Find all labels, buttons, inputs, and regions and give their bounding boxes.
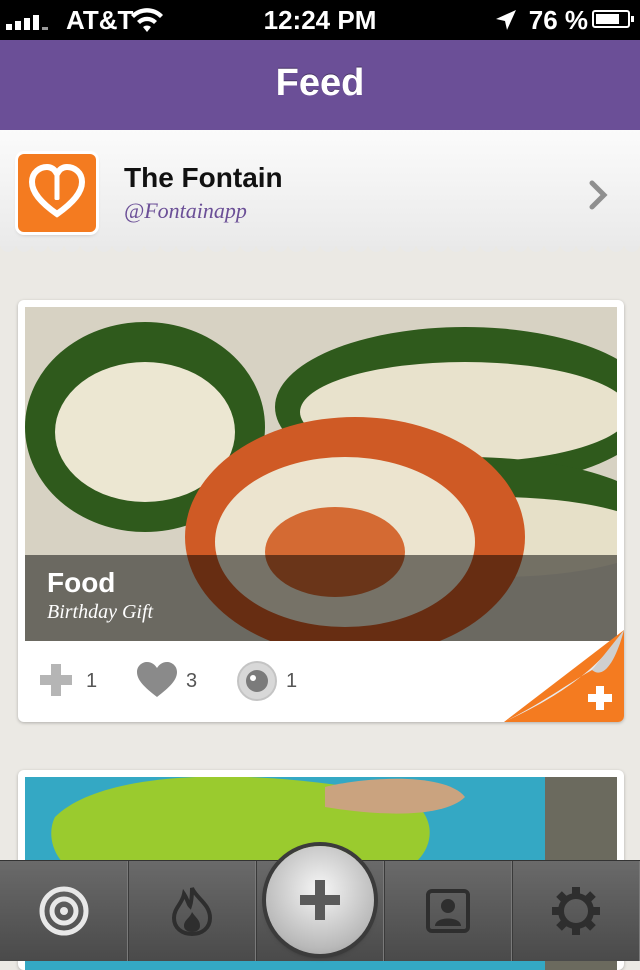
scalloped-edge-bottom bbox=[0, 246, 640, 258]
battery-icon bbox=[592, 10, 634, 28]
post-title: Food bbox=[47, 567, 116, 598]
post-photo[interactable]: Food Birthday Gift bbox=[25, 307, 617, 641]
tab-settings[interactable] bbox=[512, 861, 640, 961]
like-count: 3 bbox=[186, 670, 198, 692]
battery-percent: 76 % bbox=[528, 5, 588, 35]
target-icon bbox=[39, 886, 89, 936]
chevron-right-icon[interactable] bbox=[588, 180, 608, 210]
tab-profile[interactable] bbox=[384, 861, 513, 961]
fontain-logo-icon bbox=[18, 154, 96, 232]
post-card[interactable]: Food Birthday Gift 1 3 1 bbox=[18, 300, 624, 722]
tab-hot[interactable] bbox=[128, 861, 257, 961]
eye-icon bbox=[237, 661, 277, 701]
tab-target[interactable] bbox=[0, 861, 129, 961]
add-action-button[interactable]: 1 bbox=[36, 660, 106, 700]
add-count: 1 bbox=[86, 670, 98, 692]
view-count: 1 bbox=[286, 670, 298, 692]
profile-header[interactable]: The Fontain @Fontainapp bbox=[0, 130, 640, 252]
add-post-button[interactable] bbox=[266, 846, 374, 954]
profile-name: The Fontain bbox=[124, 162, 283, 193]
post-caption: Food Birthday Gift bbox=[25, 555, 617, 641]
page-title: Feed bbox=[275, 62, 365, 104]
heart-icon bbox=[137, 662, 177, 697]
like-action-button[interactable]: 3 bbox=[134, 660, 214, 700]
profile-icon bbox=[426, 889, 470, 933]
navigation-bar: Feed bbox=[0, 40, 640, 136]
profile-handle: @Fontainapp bbox=[124, 198, 247, 223]
location-arrow-icon bbox=[496, 10, 516, 30]
plus-icon bbox=[40, 664, 72, 696]
settings-gear-icon bbox=[552, 887, 600, 935]
post-subtitle: Birthday Gift bbox=[47, 601, 154, 623]
page-curl-add-icon[interactable] bbox=[504, 630, 624, 722]
flame-icon bbox=[171, 887, 213, 936]
view-action-button[interactable]: 1 bbox=[236, 660, 316, 701]
status-bar: AT&T 12:24 PM 76 % bbox=[0, 0, 640, 40]
add-icon bbox=[300, 880, 340, 920]
